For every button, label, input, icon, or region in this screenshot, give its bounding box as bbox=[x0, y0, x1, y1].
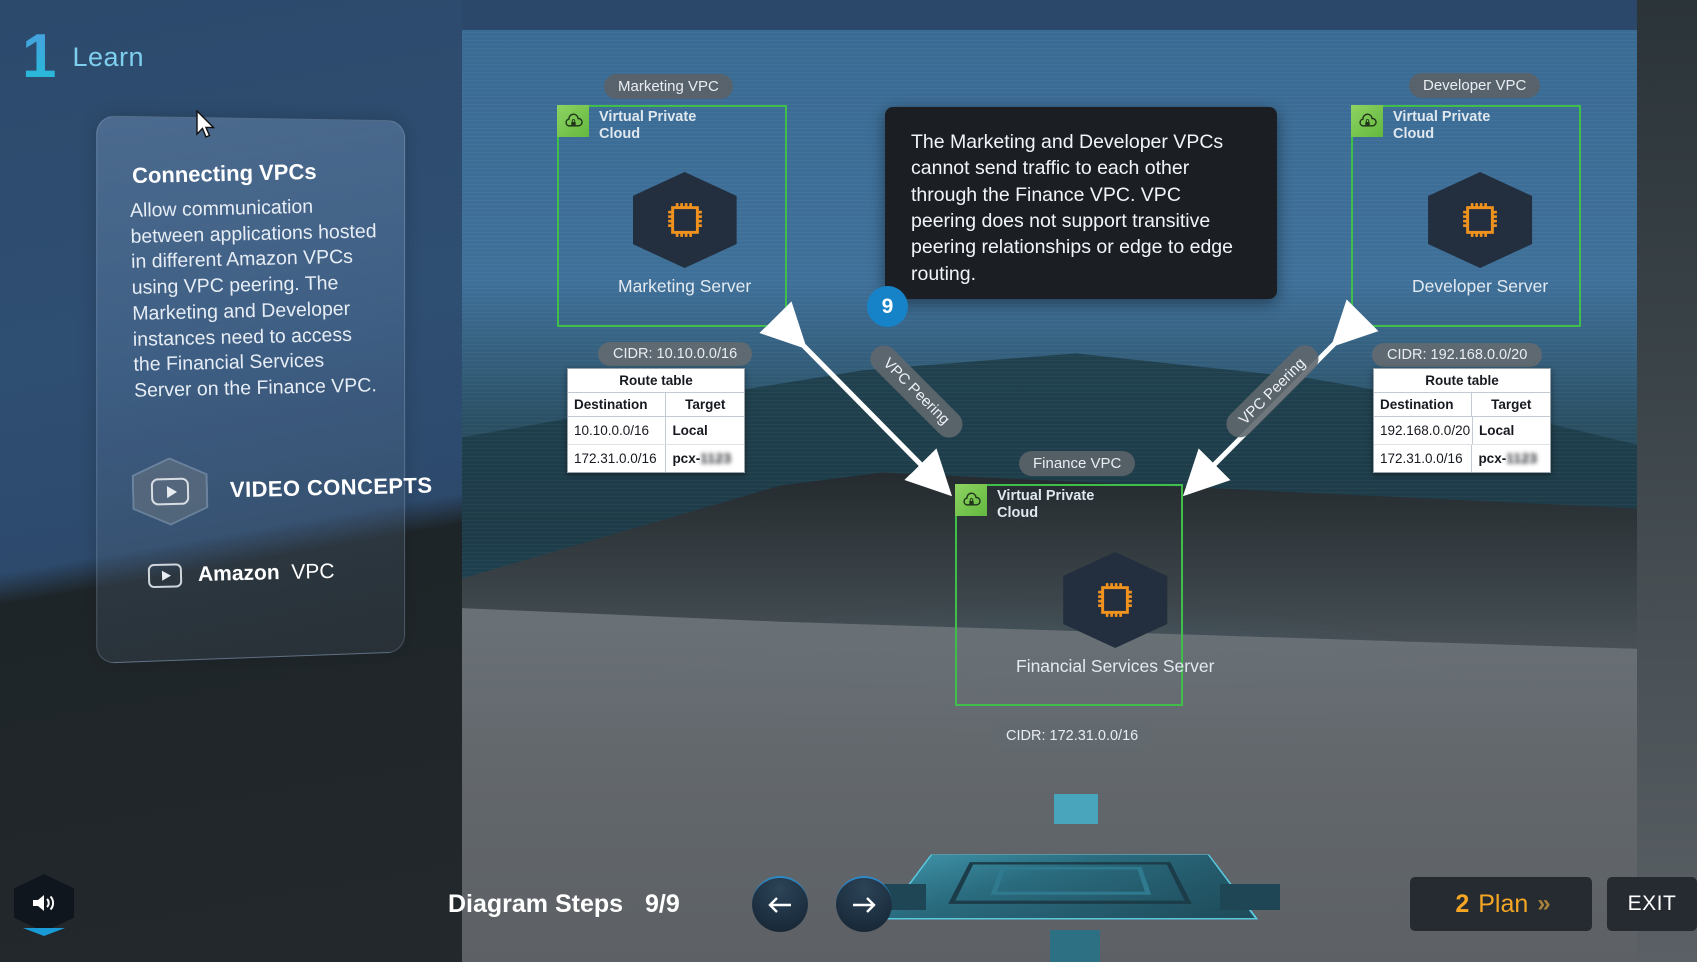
table-row: 192.168.0.0/20 Local bbox=[1374, 417, 1550, 445]
finance-server-label: Financial Services Server bbox=[1016, 656, 1215, 676]
app-stage: 1 Learn Connecting VPCs Allow communicat… bbox=[0, 0, 1697, 962]
route-table-title: Route table bbox=[568, 369, 744, 393]
finance-cidr-badge: CIDR: 172.31.0.0/16 bbox=[991, 724, 1154, 748]
marketing-vpc-inner-label: Virtual Private Cloud bbox=[599, 109, 697, 143]
developer-route-table: Route table Destination Target 192.168.0… bbox=[1373, 368, 1551, 473]
cell-destination: 172.31.0.0/16 bbox=[1374, 445, 1473, 472]
plan-button[interactable]: 2 Plan » bbox=[1410, 877, 1592, 931]
finance-server-node: Financial Services Server bbox=[1016, 552, 1214, 677]
plan-step-number: 2 bbox=[1455, 889, 1470, 918]
vpc-cloud-lock-icon bbox=[557, 105, 589, 137]
plan-button-label: Plan bbox=[1478, 889, 1529, 918]
info-card-body: Allow communication between applications… bbox=[129, 195, 378, 402]
callout-tooltip: The Marketing and Developer VPCs cannot … bbox=[885, 107, 1277, 299]
play-icon-small bbox=[147, 563, 183, 589]
cell-target: Local bbox=[1479, 423, 1515, 438]
developer-vpc-inner-label: Virtual Private Cloud bbox=[1393, 109, 1491, 143]
route-table-col-target: Target bbox=[685, 397, 726, 412]
marketing-route-table: Route table Destination Target 10.10.0.0… bbox=[567, 368, 745, 473]
video-item-amazon-vpc[interactable]: Amazon VPC bbox=[147, 559, 335, 589]
arrow-left-icon bbox=[768, 897, 791, 913]
sound-toggle-button[interactable] bbox=[14, 874, 74, 936]
table-row: 172.31.0.0/16 pcx-1123 bbox=[568, 445, 744, 472]
video-hex-icon bbox=[131, 457, 209, 527]
route-table-header: Destination Target bbox=[1374, 393, 1550, 417]
diagram-steps-count: 9/9 bbox=[645, 890, 680, 918]
learn-step-header: 1 Learn bbox=[22, 26, 144, 88]
finance-vpc-inner-label: Virtual Private Cloud bbox=[997, 488, 1095, 522]
pedestal-chip-graphic bbox=[866, 780, 1280, 962]
previous-step-button[interactable] bbox=[752, 876, 808, 932]
speaker-icon bbox=[33, 895, 55, 911]
cell-destination: 172.31.0.0/16 bbox=[568, 445, 667, 472]
ec2-instance-icon bbox=[632, 172, 737, 268]
developer-vpc-badge: Developer VPC bbox=[1409, 73, 1541, 98]
double-chevron-right-icon: » bbox=[1537, 890, 1551, 917]
cell-target: Local bbox=[672, 423, 708, 438]
finance-vpc-badge: Finance VPC bbox=[1019, 451, 1136, 476]
developer-server-node: Developer Server bbox=[1412, 172, 1548, 297]
marketing-server-label: Marketing Server bbox=[618, 276, 752, 296]
diagram-steps-label: Diagram Steps bbox=[448, 890, 624, 918]
route-table-header: Destination Target bbox=[568, 393, 744, 417]
vpc-cloud-lock-icon bbox=[955, 484, 987, 516]
video-concepts-label: VIDEO CONCEPTS bbox=[229, 472, 433, 502]
cell-target: pcx-1123 bbox=[672, 451, 732, 466]
route-table-col-destination: Destination bbox=[1374, 393, 1473, 416]
route-table-col-target: Target bbox=[1491, 397, 1532, 412]
scene-right-edge bbox=[1637, 0, 1697, 962]
callout-step-badge: 9 bbox=[867, 286, 908, 327]
cell-target: pcx-1123 bbox=[1478, 451, 1538, 466]
marketing-cidr-badge: CIDR: 10.10.0.0/16 bbox=[598, 342, 753, 366]
cell-destination: 10.10.0.0/16 bbox=[568, 417, 667, 444]
video-concepts-button[interactable]: VIDEO CONCEPTS bbox=[131, 452, 433, 527]
next-step-button[interactable] bbox=[836, 876, 892, 932]
learn-step-number: 1 bbox=[22, 22, 57, 91]
marketing-vpc-badge: Marketing VPC bbox=[604, 74, 733, 99]
table-row: 10.10.0.0/16 Local bbox=[568, 417, 744, 445]
mouse-cursor-icon bbox=[196, 110, 218, 142]
play-icon bbox=[150, 477, 190, 506]
route-table-col-destination: Destination bbox=[568, 393, 667, 416]
video-item-brand: Amazon bbox=[197, 561, 280, 586]
arrow-right-icon bbox=[853, 897, 876, 913]
vpc-cloud-lock-icon bbox=[1351, 105, 1383, 137]
marketing-server-node: Marketing Server bbox=[618, 172, 751, 297]
table-row: 172.31.0.0/16 pcx-1123 bbox=[1374, 445, 1550, 472]
video-item-name: VPC bbox=[291, 559, 335, 584]
exit-button[interactable]: EXIT bbox=[1607, 877, 1697, 931]
developer-cidr-badge: CIDR: 192.168.0.0/20 bbox=[1372, 343, 1543, 367]
route-table-title: Route table bbox=[1374, 369, 1550, 393]
ec2-instance-icon bbox=[1063, 552, 1168, 648]
cell-destination: 192.168.0.0/20 bbox=[1374, 417, 1473, 444]
learn-step-label: Learn bbox=[72, 41, 145, 72]
developer-server-label: Developer Server bbox=[1412, 276, 1549, 296]
ec2-instance-icon bbox=[1428, 172, 1533, 268]
